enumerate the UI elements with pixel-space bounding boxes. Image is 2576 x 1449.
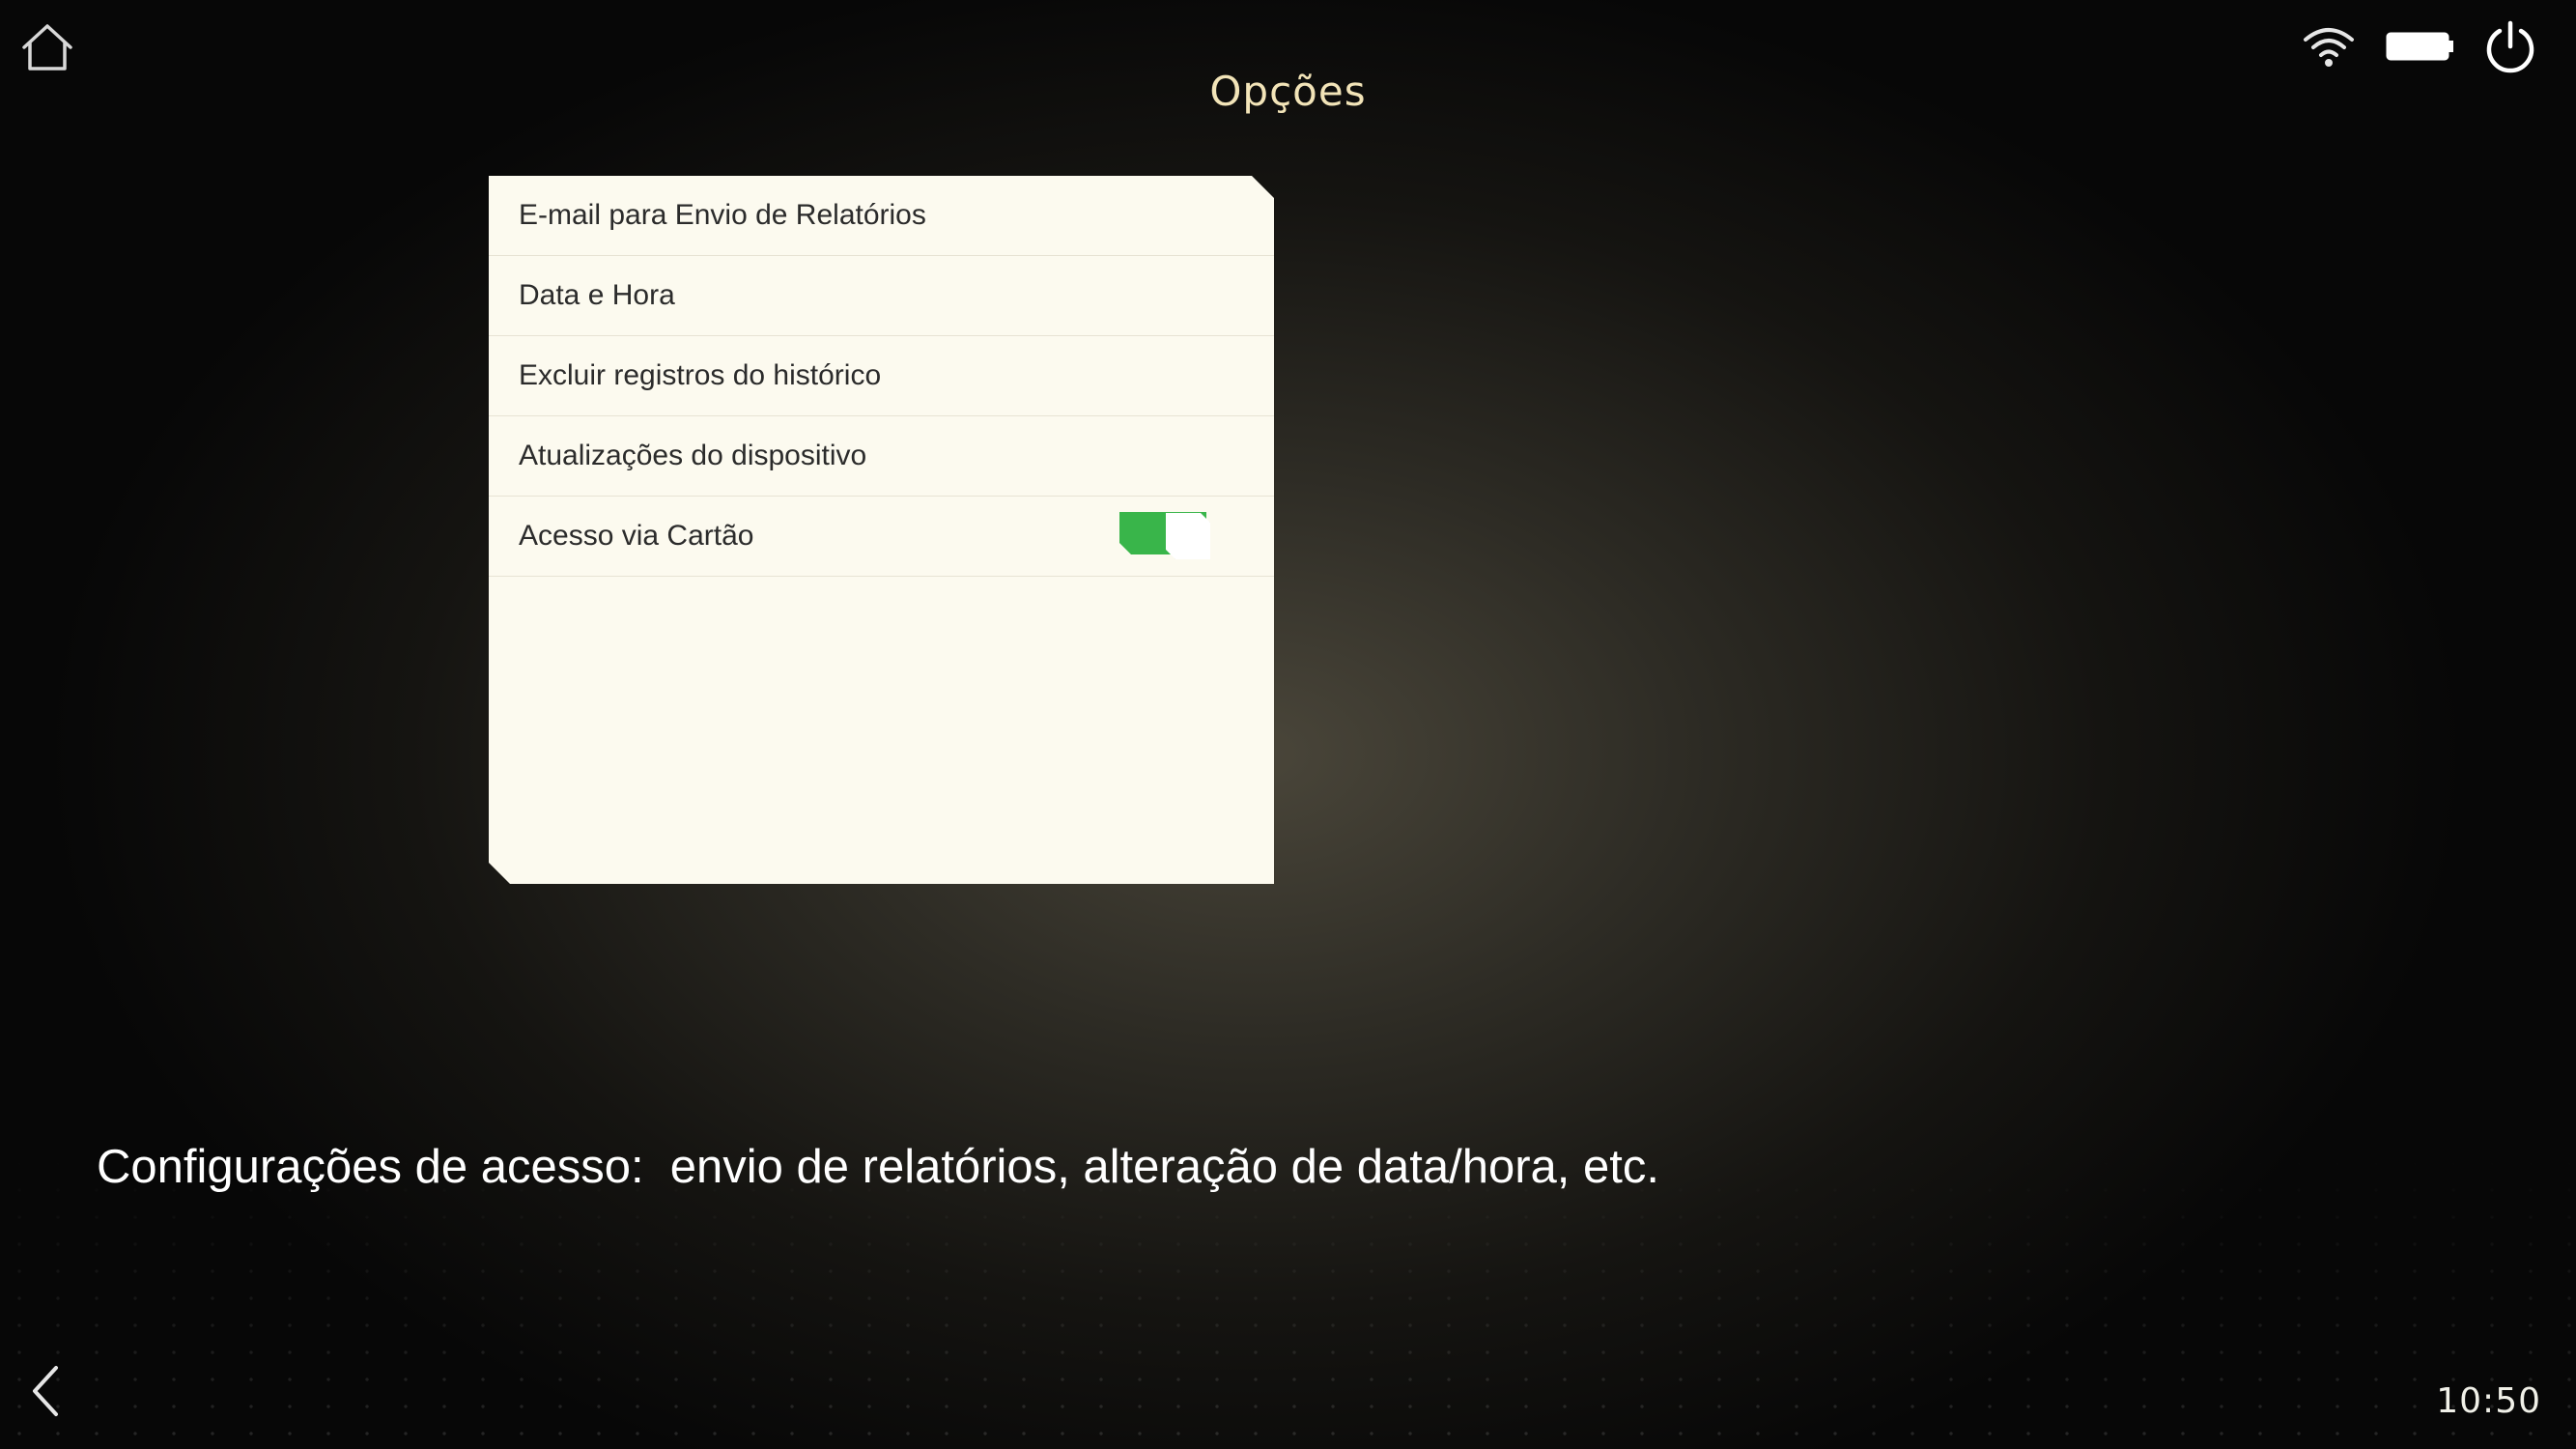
power-icon[interactable]	[2480, 17, 2540, 77]
battery-icon	[2386, 29, 2455, 64]
menu-item-date-time[interactable]: Data e Hora	[489, 256, 1274, 336]
menu-item-email-reports[interactable]: E-mail para Envio de Relatórios	[489, 176, 1274, 256]
options-menu: E-mail para Envio de Relatórios Data e H…	[489, 176, 1274, 577]
background-dot-pattern	[0, 1150, 2576, 1449]
menu-item-delete-history[interactable]: Excluir registros do histórico	[489, 336, 1274, 416]
menu-item-device-updates[interactable]: Atualizações do dispositivo	[489, 416, 1274, 497]
menu-item-label: Excluir registros do histórico	[519, 359, 882, 391]
menu-item-label: Data e Hora	[519, 279, 675, 311]
options-panel: E-mail para Envio de Relatórios Data e H…	[489, 176, 1274, 884]
menu-item-label: Atualizações do dispositivo	[519, 440, 867, 471]
menu-item-card-access: Acesso via Cartão	[489, 497, 1274, 577]
menu-item-label: Acesso via Cartão	[519, 520, 754, 552]
caption-text: Configurações de acesso: envio de relató…	[97, 1141, 1659, 1193]
page-title: Opções	[1209, 68, 1367, 115]
card-access-toggle[interactable]	[1119, 512, 1212, 560]
menu-item-label: E-mail para Envio de Relatórios	[519, 199, 926, 231]
wifi-icon	[2299, 21, 2359, 70]
clock: 10:50	[2436, 1381, 2541, 1421]
toggle-knob	[1166, 513, 1210, 559]
chevron-left-icon[interactable]	[21, 1360, 70, 1422]
